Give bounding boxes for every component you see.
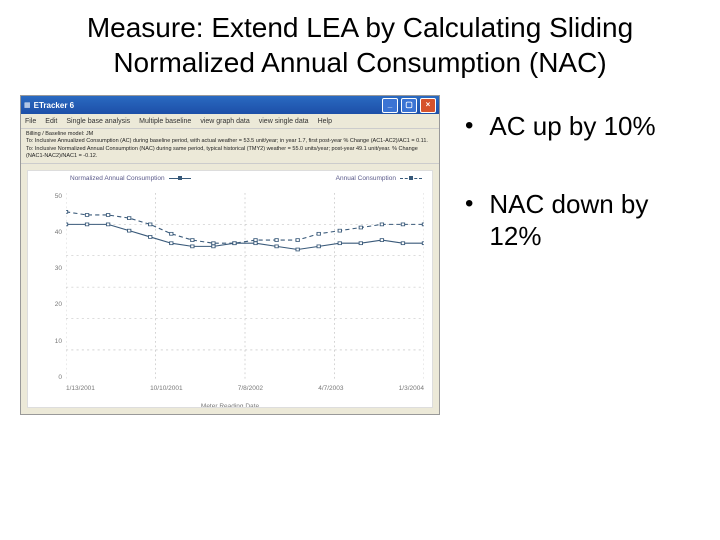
window-titlebar: ▦ ETracker 6 _ ▢ ×	[21, 96, 439, 114]
legend-ac-label: Annual Consumption	[336, 175, 396, 182]
menu-single-base[interactable]: Single base analysis	[66, 118, 130, 125]
menu-file[interactable]: File	[25, 118, 36, 125]
legend-ac-sample	[400, 178, 422, 179]
x-tick: 7/8/2002	[238, 385, 263, 401]
window-title: ETracker 6	[34, 101, 379, 110]
maximize-button[interactable]: ▢	[401, 98, 417, 113]
chart-area: Normalized Annual Consumption Annual Con…	[27, 170, 433, 408]
x-tick: 10/10/2001	[150, 385, 183, 401]
bullet-text: NAC down by 12%	[489, 188, 700, 253]
chart-plot	[66, 193, 424, 381]
legend-nac-label: Normalized Annual Consumption	[70, 175, 165, 182]
y-tick: 10	[32, 338, 62, 345]
close-button[interactable]: ×	[420, 98, 436, 113]
legend-nac-sample	[169, 178, 191, 179]
chart-legend: Normalized Annual Consumption Annual Con…	[70, 175, 422, 182]
bullet-icon: •	[465, 188, 473, 253]
menu-bar: File Edit Single base analysis Multiple …	[21, 114, 439, 129]
menu-edit[interactable]: Edit	[45, 118, 57, 125]
bullet-icon: •	[465, 110, 473, 143]
content-row: ▦ ETracker 6 _ ▢ × File Edit Single base…	[20, 95, 700, 415]
legend-ac: Annual Consumption	[336, 175, 422, 182]
y-tick: 0	[32, 374, 62, 381]
y-axis-ticks: 50 40 30 20 10 0	[32, 193, 62, 381]
chart-svg	[66, 193, 424, 381]
bullet-item: • NAC down by 12%	[465, 188, 700, 253]
bullet-item: • AC up by 10%	[465, 110, 700, 143]
app-window: ▦ ETracker 6 _ ▢ × File Edit Single base…	[20, 95, 440, 415]
x-axis-label: Meter Reading Date	[28, 403, 432, 408]
y-tick: 20	[32, 301, 62, 308]
y-tick: 30	[32, 265, 62, 272]
info-line-2: To: Inclusive Annualized Consumption (AC…	[26, 138, 434, 145]
menu-help[interactable]: Help	[318, 118, 332, 125]
x-tick: 1/3/2004	[399, 385, 424, 401]
x-tick: 1/13/2001	[66, 385, 95, 401]
legend-nac: Normalized Annual Consumption	[70, 175, 191, 182]
y-tick: 50	[32, 193, 62, 200]
y-tick: 40	[32, 229, 62, 236]
info-panel: Billing / Baseline model: JM To: Inclusi…	[21, 129, 439, 164]
info-line-3: To: Inclusive Normalized Annual Consumpt…	[26, 146, 434, 161]
bullet-text: AC up by 10%	[489, 110, 655, 143]
x-tick: 4/7/2003	[318, 385, 343, 401]
bullet-list: • AC up by 10% • NAC down by 12%	[465, 95, 700, 298]
minimize-button[interactable]: _	[382, 98, 398, 113]
info-line-1: Billing / Baseline model: JM	[26, 131, 434, 138]
x-axis-ticks: 1/13/2001 10/10/2001 7/8/2002 4/7/2003 1…	[66, 385, 424, 401]
app-icon: ▦	[24, 101, 31, 109]
menu-view-graph[interactable]: view graph data	[200, 118, 249, 125]
menu-multiple-baseline[interactable]: Multiple baseline	[139, 118, 191, 125]
menu-view-single[interactable]: view single data	[259, 118, 309, 125]
slide-title: Measure: Extend LEA by Calculating Slidi…	[20, 10, 700, 80]
